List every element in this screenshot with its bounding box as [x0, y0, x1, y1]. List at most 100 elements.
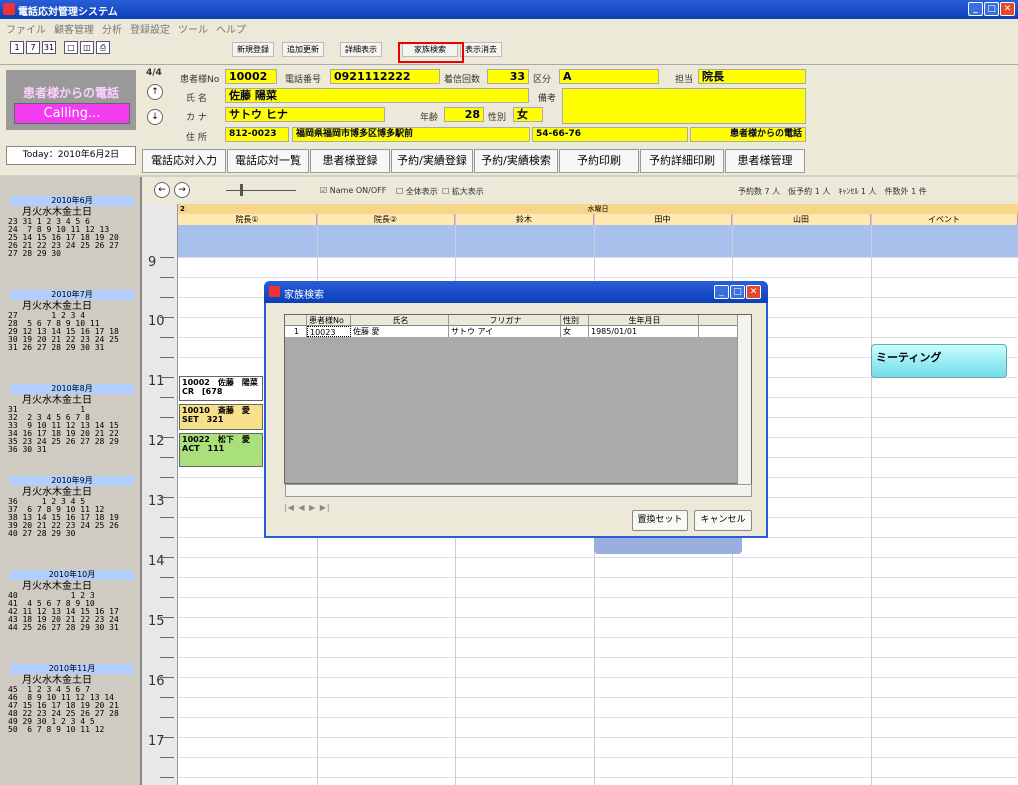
phone-field[interactable]: 0921112222 [330, 69, 440, 84]
toolbar: 1 7 31 □ ◫ ⎙ 新規登録 追加更新 詳細表示 家族検索 表示消去 [0, 35, 1018, 65]
month-grid-5[interactable]: 月火水木金土日 40 1 2 3 41 4 5 6 7 8 9 10 42 11 12… [8, 581, 138, 632]
month-title-4[interactable]: 2010年9月 [10, 476, 134, 486]
call-tag-field[interactable]: 患者様からの電話 [690, 127, 806, 142]
dialog-maximize-button[interactable]: □ [730, 285, 745, 299]
column-header-4: 田中 [594, 214, 732, 225]
replace-set-button[interactable]: 置換セット [632, 510, 688, 531]
name-field[interactable]: 佐藤 陽菜 [225, 88, 529, 103]
schedule-summary: 予約数 7 人 仮予約 1 人 ｷｬﾝｾﾙ 1 人 件数外 1 件 [738, 187, 927, 196]
zoom-slider-thumb[interactable] [240, 184, 243, 196]
minimize-button[interactable]: _ [968, 2, 983, 16]
address2-field[interactable]: 54-66-76 [532, 127, 688, 142]
month-title-2[interactable]: 2010年7月 [10, 290, 134, 300]
month-title-5[interactable]: 2010年10月 [10, 570, 134, 580]
print-icon[interactable]: ⎙ [96, 41, 110, 54]
week-row[interactable]: 27 28 29 30 [8, 250, 138, 258]
month-grid-1[interactable]: 月火水木金土日 23 31 1 2 3 4 5 6 24 7 8 9 10 11 1… [8, 207, 138, 258]
appointment-bar[interactable] [594, 538, 742, 554]
maximize-button[interactable]: □ [984, 2, 999, 16]
time-tick [160, 537, 174, 538]
appt-1-line2: CR [678 [182, 387, 223, 396]
grid-horizontal-scrollbar[interactable] [285, 484, 752, 497]
dialog-close-button[interactable]: ✕ [746, 285, 761, 299]
dialog-minimize-button[interactable]: _ [714, 285, 729, 299]
month-title-3[interactable]: 2010年8月 [10, 384, 134, 394]
window-icon[interactable]: □ [64, 41, 78, 54]
nav-call-input[interactable]: 電話応対入力 [142, 149, 226, 173]
preview-icon[interactable]: ◫ [80, 41, 94, 54]
calendar-month-icon[interactable]: 31 [42, 41, 56, 54]
biko-field[interactable] [562, 88, 806, 124]
nav-reserve-search[interactable]: 予約/実績検索 [474, 149, 558, 173]
nav-reserve-print[interactable]: 予約印刷 [559, 149, 639, 173]
month-grid-3[interactable]: 月火水木金土日 31 1 32 2 3 4 5 6 7 8 33 9 10 11 12… [8, 395, 138, 454]
row-name[interactable]: 佐藤 愛 [351, 326, 449, 337]
grid-vertical-scrollbar[interactable] [737, 315, 751, 485]
name-onoff-checkbox[interactable]: ☑ Name ON/OFF [320, 186, 386, 195]
calendar-day-icon[interactable]: 1 [10, 41, 24, 54]
cancel-button[interactable]: キャンセル [694, 510, 752, 531]
tanto-field[interactable]: 院長 [698, 69, 806, 84]
down-arrow-icon[interactable]: ↓ [147, 109, 163, 125]
week-row[interactable]: 31 26 27 28 29 30 31 [8, 344, 138, 352]
close-button[interactable]: ✕ [1000, 2, 1015, 16]
week-row[interactable]: 36 30 31 [8, 446, 138, 454]
month-grid-6[interactable]: 月火水木金土日 45 1 2 3 4 5 6 7 46 8 9 10 11 12 1… [8, 675, 138, 734]
week-row[interactable]: 40 27 28 29 30 [8, 530, 138, 538]
row-no[interactable]: 10023 [307, 326, 351, 337]
row-index: 1 [285, 326, 307, 337]
appointment-3[interactable]: 10022 松下 愛 ACT 111 [179, 433, 263, 467]
month-grid-2[interactable]: 月火水木金土日 27 1 2 3 4 28 5 6 7 8 9 10 11 29 12… [8, 301, 138, 352]
nav-patient-manage[interactable]: 患者様管理 [725, 149, 805, 173]
dialog-app-icon [269, 286, 280, 297]
zip-field[interactable]: 812-0023 [225, 127, 289, 142]
address-field[interactable]: 福岡県福岡市博多区博多駅前 [292, 127, 530, 142]
all-show-checkbox[interactable]: ☐ 全体表示 [396, 186, 438, 197]
grid-row[interactable]: 1 10023 佐藤 愛 サトウ アイ 女 1985/01/01 [285, 326, 737, 337]
time-tick [160, 597, 174, 598]
grid-header-no: 患者様No [307, 315, 351, 326]
week-row[interactable]: 50 6 7 8 9 10 11 12 [8, 726, 138, 734]
nav-patient-register[interactable]: 患者様登録 [310, 149, 390, 173]
sex-field[interactable]: 女 [513, 107, 543, 122]
time-tick [160, 697, 174, 698]
row-kana[interactable]: サトウ アイ [449, 326, 561, 337]
patient-no-field[interactable]: 10002 [225, 69, 277, 84]
age-label: 年齢 [420, 113, 439, 123]
row-sex[interactable]: 女 [561, 326, 589, 337]
zoom-slider[interactable] [226, 190, 296, 191]
time-tick [160, 717, 174, 718]
zoom-show-checkbox[interactable]: ☐ 拡大表示 [442, 186, 484, 197]
kana-field[interactable]: サトウ ヒナ [225, 107, 385, 122]
kubun-field[interactable]: A [559, 69, 659, 84]
grid-line [178, 557, 1018, 558]
record-pager[interactable]: |◀ ◀ ▶ ▶| [284, 503, 334, 517]
tab-new-register[interactable]: 新規登録 [232, 42, 274, 57]
address-label: 住 所 [186, 133, 207, 143]
row-birth[interactable]: 1985/01/01 [589, 326, 699, 337]
nav-reserve-register[interactable]: 予約/実績登録 [391, 149, 473, 173]
calls-field[interactable]: 33 [487, 69, 529, 84]
up-arrow-icon[interactable]: ↑ [147, 84, 163, 100]
age-field[interactable]: 28 [444, 107, 484, 122]
time-tick [160, 357, 174, 358]
prev-day-icon[interactable]: ← [154, 182, 170, 198]
meeting-event[interactable]: ミーティング [871, 344, 1007, 378]
week-row[interactable]: 44 25 26 27 28 29 30 31 [8, 624, 138, 632]
tab-clear-display[interactable]: 表示消去 [460, 42, 502, 57]
month-grid-4[interactable]: 月火水木金土日 36 1 2 3 4 5 37 6 7 8 9 10 11 12 38… [8, 487, 138, 538]
calendar-week-icon[interactable]: 7 [26, 41, 40, 54]
today-label: Today：2010年6月2日 [6, 146, 136, 165]
tab-add-update[interactable]: 追加更新 [282, 42, 324, 57]
month-title-6[interactable]: 2010年11月 [10, 664, 134, 674]
month-title-1[interactable]: 2010年6月 [10, 196, 134, 206]
tab-detail-view[interactable]: 詳細表示 [340, 42, 382, 57]
grid-line [178, 637, 1018, 638]
calling-indicator[interactable]: Calling... [14, 103, 130, 124]
next-day-icon[interactable]: → [174, 182, 190, 198]
nav-detail-print[interactable]: 予約詳細印刷 [640, 149, 724, 173]
time-tick [160, 757, 174, 758]
appointment-2[interactable]: 10010 斎藤 愛 SET 321 [179, 404, 263, 430]
appointment-1[interactable]: 10002 佐藤 陽菜 CR [678 [179, 376, 263, 401]
nav-call-list[interactable]: 電話応対一覧 [227, 149, 309, 173]
